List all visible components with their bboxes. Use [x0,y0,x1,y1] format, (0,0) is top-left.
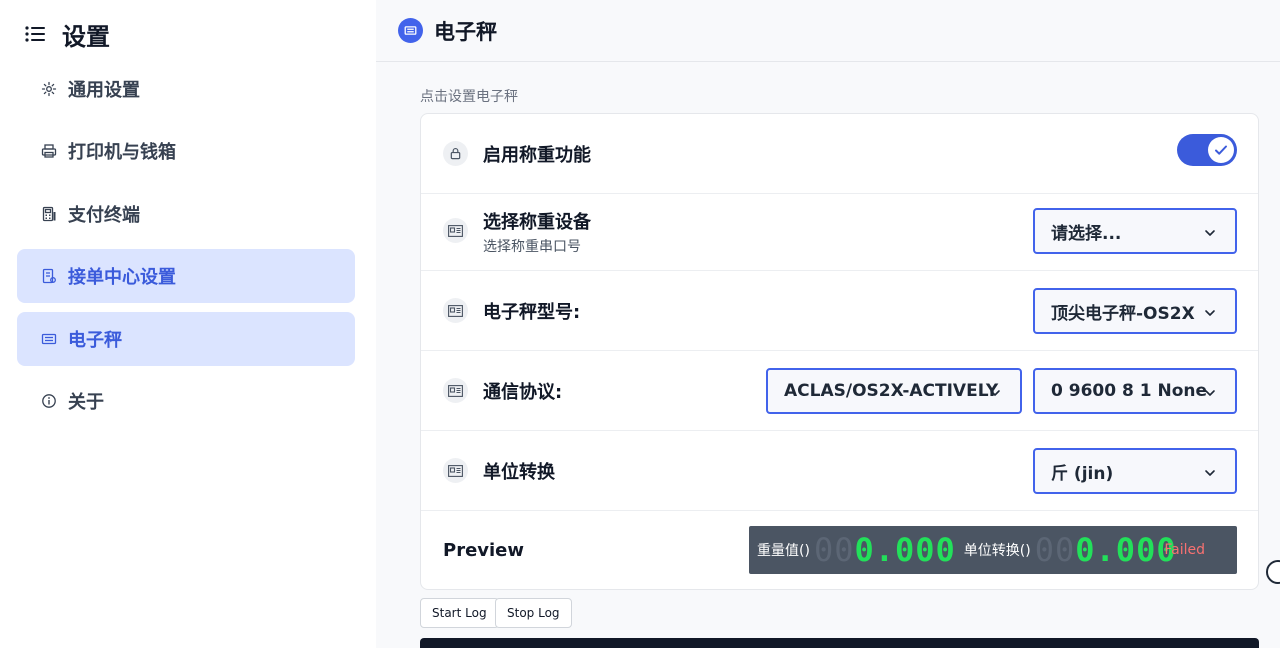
unit-conv-ghost-digits: 00 [1034,531,1076,569]
sidebar-item-label: 接单中心设置 [68,267,176,288]
device-card-icon [443,298,468,323]
check-icon [1208,137,1234,163]
protocol-select-value: ACLAS/OS2X-ACTIVELY [784,381,999,401]
scale-badge-icon [398,18,423,43]
enable-label: 启用称重功能 [483,145,591,166]
model-label: 电子秤型号: [483,302,581,323]
unit-label: 单位转换 [483,462,555,483]
info-icon [41,393,57,409]
preview-label: Preview [443,540,525,561]
chevron-down-icon [1203,465,1217,479]
protocol-label: 通信协议: [483,382,563,403]
settings-card: 启用称重功能 选择称重设备 选择称重串口号 请选择... 电子秤型号: 顶尖电子… [420,113,1259,590]
unit-conv-value: 0.000 [1075,531,1177,569]
gear-icon [41,81,57,97]
chevron-down-icon [1203,225,1217,239]
menu-list-icon[interactable] [24,23,46,45]
sidebar-item-label: 通用设置 [68,80,140,101]
log-panel [420,638,1259,648]
device-sublabel: 选择称重串口号 [483,239,581,255]
serial-params-value: 0 9600 8 1 None [1051,381,1208,401]
weight-value: 0.000 [854,531,956,569]
status-text: Failed [1164,542,1205,558]
chevron-down-icon [988,385,1002,399]
preview-row: Preview 重量值() 00 0.000 单位转换() 00 0.000 F… [421,511,1258,591]
sidebar-item-label: 打印机与钱箱 [68,142,176,163]
unit-select[interactable]: 斤 (jin) [1033,448,1237,494]
main-panel: 电子秤 点击设置电子秤 启用称重功能 选择称重设备 选择称重串口号 请选择... [376,0,1280,648]
printer-icon [41,143,57,159]
device-card-icon [443,378,468,403]
sidebar-item-printer[interactable]: 打印机与钱箱 [17,124,355,178]
start-log-button[interactable]: Start Log [420,598,499,628]
page-header: 电子秤 [376,0,1280,62]
sidebar-title: 设置 [62,22,110,51]
chevron-down-icon [1203,305,1217,319]
weight-ghost-digits: 00 [813,531,855,569]
sidebar-item-about[interactable]: 关于 [17,374,355,428]
scale-icon [41,331,57,347]
enable-toggle[interactable] [1177,134,1237,166]
calculator-icon [41,206,57,222]
serial-params-select[interactable]: 0 9600 8 1 None [1033,368,1237,414]
unit-conv-label: 单位转换() [963,543,1031,559]
order-icon [41,268,57,284]
section-hint: 点击设置电子秤 [420,89,518,105]
model-select[interactable]: 顶尖电子秤-OS2X [1033,288,1237,334]
device-row: 选择称重设备 选择称重串口号 请选择... [421,191,1258,271]
lock-icon [443,141,468,166]
model-row: 电子秤型号: 顶尖电子秤-OS2X [421,271,1258,351]
sidebar-item-order-center[interactable]: 接单中心设置 [17,249,355,303]
device-card-icon [443,218,468,243]
device-select[interactable]: 请选择... [1033,208,1237,254]
stop-log-button[interactable]: Stop Log [495,598,572,628]
model-select-value: 顶尖电子秤-OS2X [1051,303,1195,324]
unit-select-value: 斤 (jin) [1051,463,1114,484]
sidebar-item-label: 电子秤 [68,330,122,351]
floating-helper-icon[interactable] [1266,560,1280,584]
sidebar-item-scale[interactable]: 电子秤 [17,312,355,366]
protocol-row: 通信协议: ACLAS/OS2X-ACTIVELY 0 9600 8 1 Non… [421,351,1258,431]
sidebar-item-label: 关于 [68,392,104,413]
weight-label: 重量值() [757,543,810,559]
chevron-down-icon [1203,385,1217,399]
sidebar-item-label: 支付终端 [68,205,140,226]
enable-row: 启用称重功能 [421,114,1258,194]
protocol-select[interactable]: ACLAS/OS2X-ACTIVELY [766,368,1022,414]
page-title: 电子秤 [434,19,497,44]
sidebar-item-general[interactable]: 通用设置 [17,62,355,116]
weight-display: 重量值() 00 0.000 单位转换() 00 0.000 Failed [749,526,1237,574]
sidebar-item-payment[interactable]: 支付终端 [17,187,355,241]
device-label: 选择称重设备 [483,212,591,233]
device-card-icon [443,458,468,483]
sidebar-header: 设置 [24,18,110,51]
sidebar: 设置 通用设置 打印机与钱箱 支付终端 接单中心设置 电子秤 关于 [0,0,376,648]
unit-row: 单位转换 斤 (jin) [421,431,1258,511]
device-select-value: 请选择... [1051,223,1122,244]
